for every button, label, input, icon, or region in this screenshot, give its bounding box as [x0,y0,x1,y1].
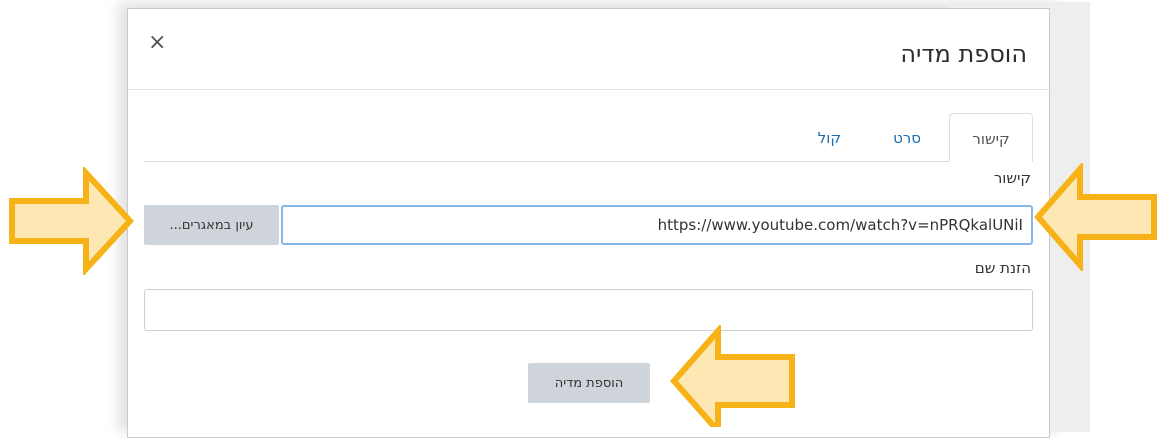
link-label: קישור [993,169,1031,187]
browse-repositories-button[interactable]: עיון במאגרים... [144,205,279,245]
tab-audio[interactable]: קול [818,113,841,161]
arrow-icon [670,325,795,427]
arrow-icon [9,167,135,275]
add-media-dialog: × הוספת מדיה קישור סרט קול קישור עיון במ… [127,8,1050,438]
media-tabs: קישור סרט קול [144,113,1033,162]
arrow-icon [1034,163,1157,271]
link-input[interactable] [281,205,1033,245]
name-label: הזנת שם [974,259,1031,277]
name-input[interactable] [144,289,1033,331]
close-icon[interactable]: × [148,29,166,57]
dialog-title: הוספת מדיה [900,40,1027,68]
add-media-button[interactable]: הוספת מדיה [528,363,650,403]
tab-link[interactable]: קישור [949,113,1033,162]
tab-video[interactable]: סרט [893,113,921,161]
header-divider [128,89,1049,90]
